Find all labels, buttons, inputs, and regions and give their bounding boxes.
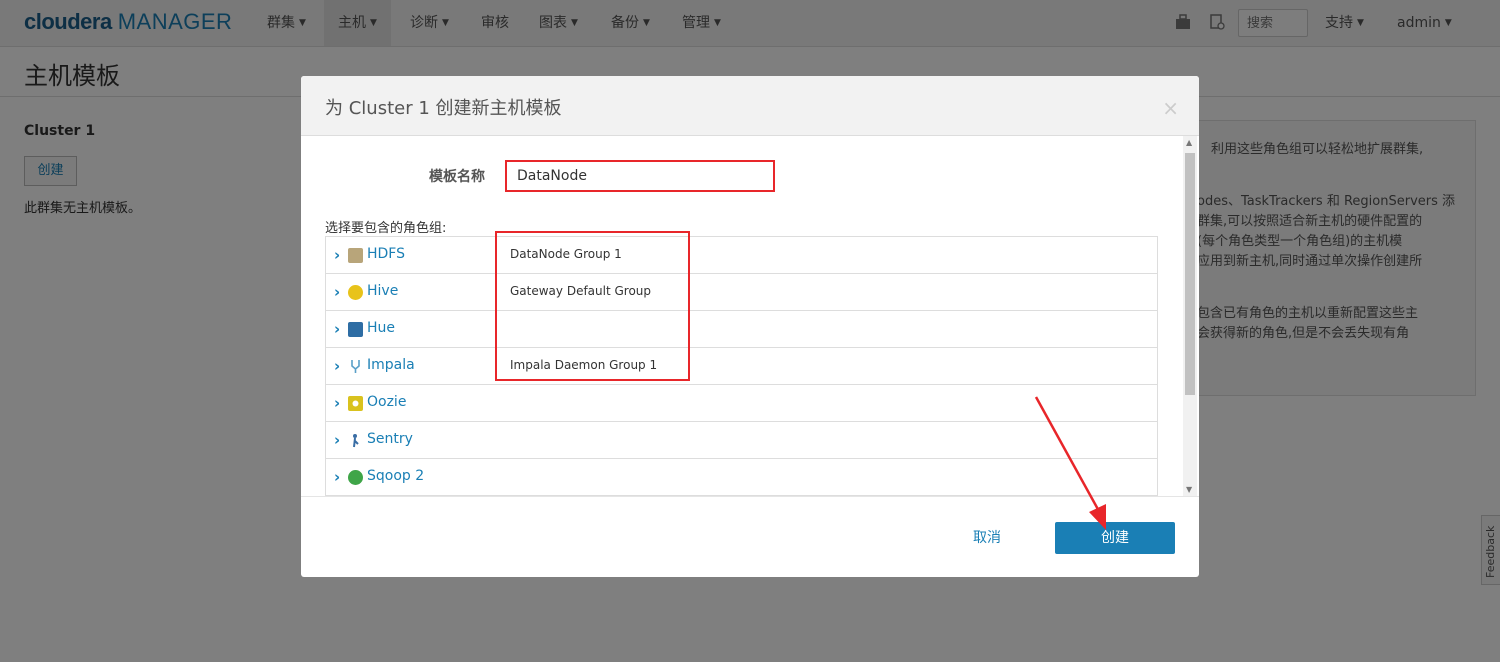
service-name[interactable]: Sqoop 2 [367, 468, 424, 484]
chevron-right-icon[interactable]: › [334, 468, 340, 486]
scroll-down-icon[interactable]: ▼ [1186, 485, 1192, 494]
modal-header: 为 Cluster 1 创建新主机模板 × [301, 76, 1199, 136]
service-name[interactable]: Hive [367, 283, 398, 299]
oozie-icon [348, 396, 363, 411]
sqoop-icon [348, 470, 363, 485]
hive-icon [348, 285, 363, 300]
role-groups-table: › HDFS DataNode Group 1 › Hive Gateway D… [325, 236, 1158, 496]
close-icon[interactable]: × [1162, 96, 1179, 120]
service-row-sqoop[interactable]: › Sqoop 2 [326, 459, 1157, 496]
chevron-right-icon[interactable]: › [334, 431, 340, 449]
hue-icon [348, 322, 363, 337]
chevron-right-icon[interactable]: › [334, 394, 340, 412]
chevron-right-icon[interactable]: › [334, 283, 340, 301]
modal-footer: 取消 创建 [301, 496, 1199, 577]
create-host-template-dialog: 为 Cluster 1 创建新主机模板 × 模板名称 选择要包含的角色组: › … [301, 76, 1199, 577]
service-name[interactable]: HDFS [367, 246, 405, 262]
service-row-hue[interactable]: › Hue [326, 311, 1157, 348]
scroll-up-icon[interactable]: ▲ [1186, 138, 1192, 147]
template-name-input[interactable] [506, 161, 774, 191]
scrollbar-thumb[interactable] [1185, 153, 1195, 395]
role-group-value: DataNode Group 1 [510, 247, 622, 261]
impala-icon [348, 359, 363, 374]
service-name[interactable]: Oozie [367, 394, 406, 410]
chevron-right-icon[interactable]: › [334, 357, 340, 375]
role-groups-label: 选择要包含的角色组: [325, 221, 447, 236]
chevron-right-icon[interactable]: › [334, 320, 340, 338]
role-group-value: Impala Daemon Group 1 [510, 358, 658, 372]
create-button[interactable]: 创建 [1055, 522, 1175, 554]
cancel-button[interactable]: 取消 [973, 527, 1001, 547]
hdfs-icon [348, 248, 363, 263]
modal-body[interactable]: 模板名称 选择要包含的角色组: › HDFS DataNode Group 1 … [301, 136, 1199, 496]
service-row-impala[interactable]: › Impala Impala Daemon Group 1 [326, 348, 1157, 385]
sentry-icon [348, 433, 363, 448]
scrollbar[interactable]: ▲ ▼ [1183, 136, 1197, 496]
chevron-right-icon[interactable]: › [334, 246, 340, 264]
service-row-oozie[interactable]: › Oozie [326, 385, 1157, 422]
service-row-sentry[interactable]: › Sentry [326, 422, 1157, 459]
modal-title: 为 Cluster 1 创建新主机模板 [325, 98, 562, 119]
service-row-hdfs[interactable]: › HDFS DataNode Group 1 [326, 237, 1157, 274]
service-name[interactable]: Impala [367, 357, 415, 373]
service-row-hive[interactable]: › Hive Gateway Default Group [326, 274, 1157, 311]
role-group-value: Gateway Default Group [510, 284, 652, 298]
service-name[interactable]: Sentry [367, 431, 413, 447]
template-name-label: 模板名称 [429, 169, 485, 185]
service-name[interactable]: Hue [367, 320, 395, 336]
